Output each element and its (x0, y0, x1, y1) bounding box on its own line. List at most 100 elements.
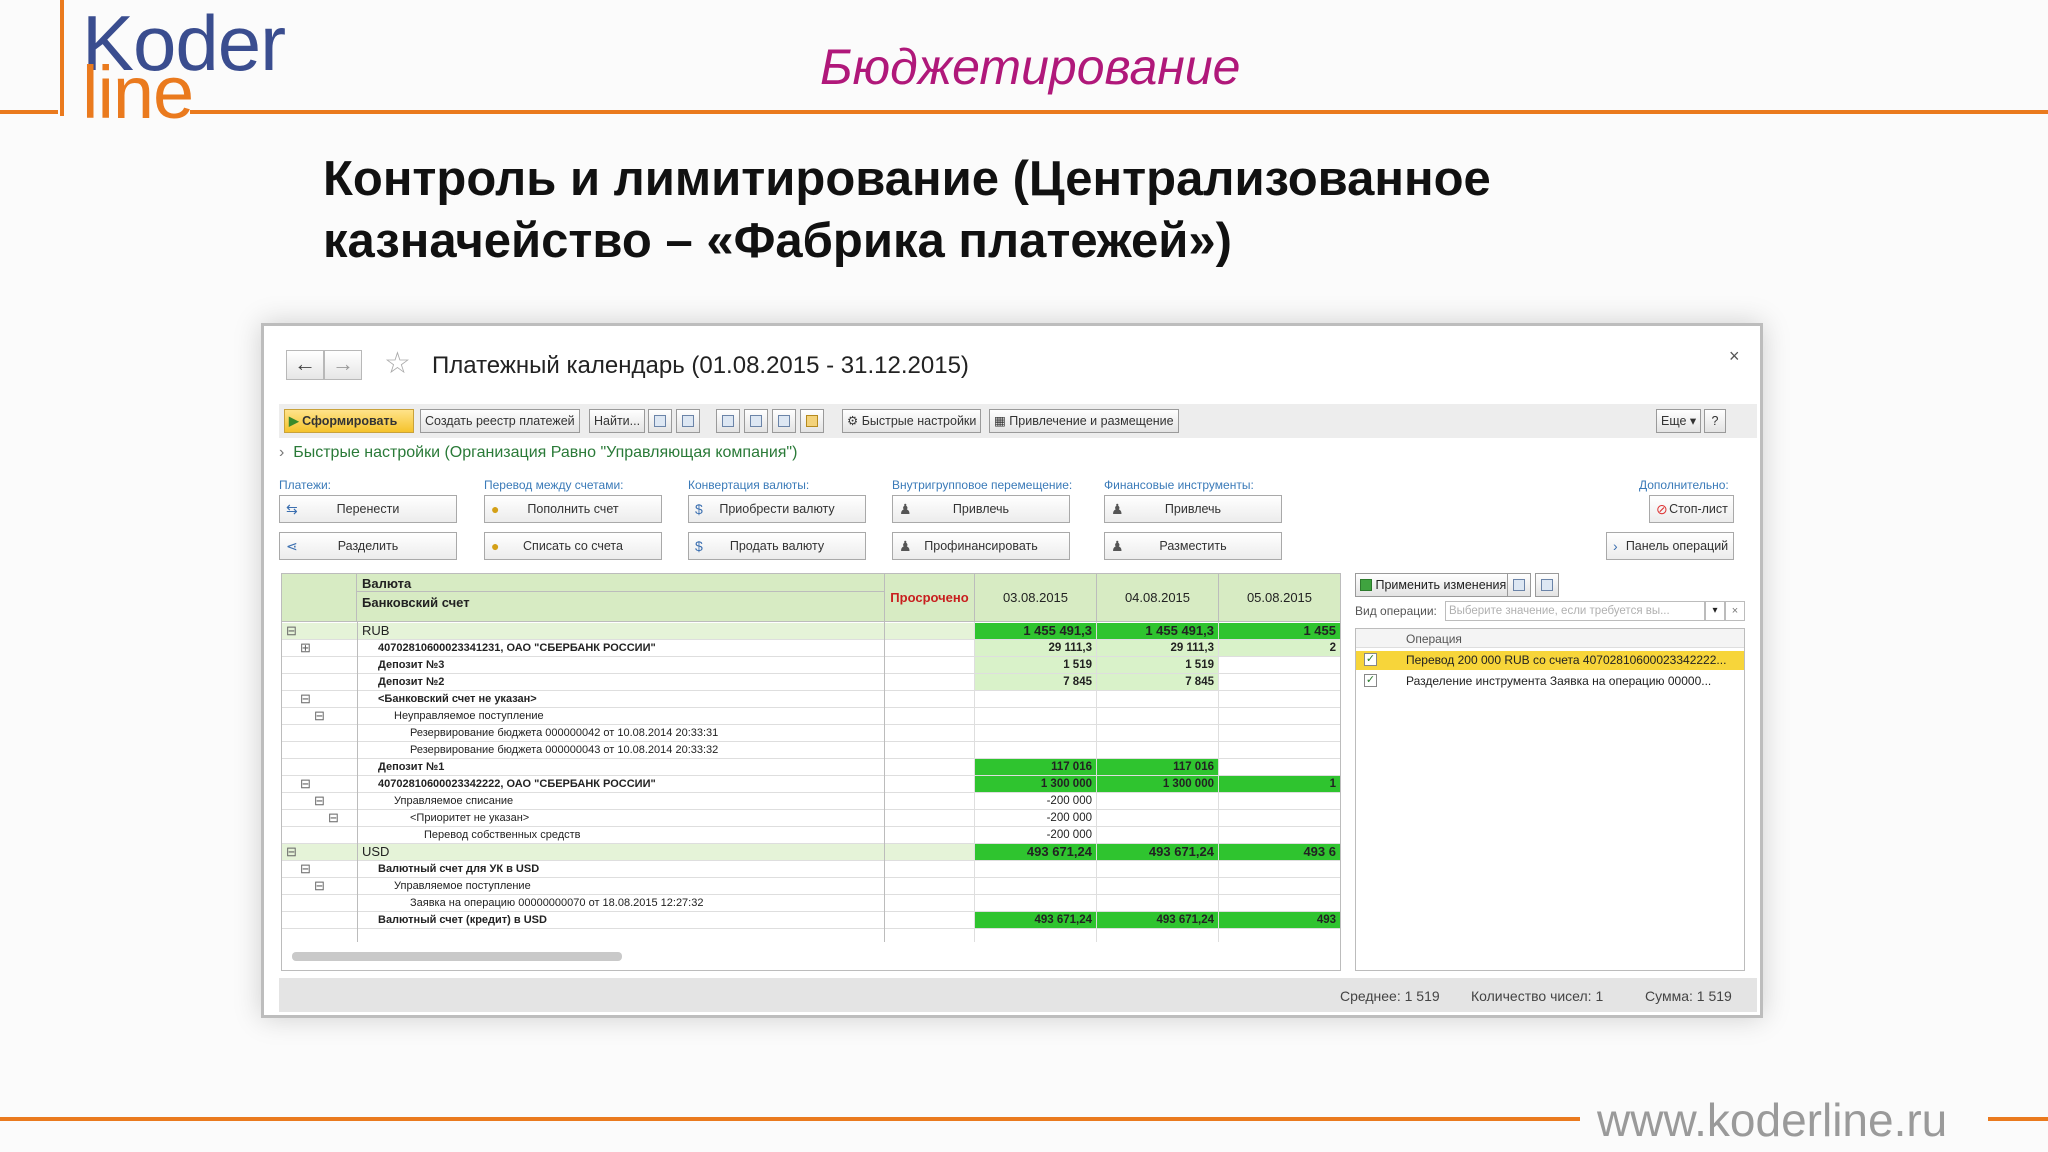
footer-url[interactable]: www.koderline.ru (1597, 1093, 1947, 1147)
cell-v2[interactable]: 29 111,3 (1096, 640, 1218, 656)
table-row[interactable]: <Банковский счет не указан> (282, 691, 1340, 708)
cell-v2[interactable]: 1 519 (1096, 657, 1218, 673)
table-row[interactable]: Валютный счет для УК в USD (282, 861, 1340, 878)
cell-v3[interactable] (1218, 674, 1340, 690)
quick-settings-button[interactable]: ⚙ Быстрые настройки (842, 409, 982, 433)
save-icon[interactable] (772, 409, 796, 433)
cell-v3[interactable] (1218, 708, 1340, 724)
collapse-icon[interactable]: ⊟ (300, 776, 311, 792)
table-row[interactable]: <Приоритет не указан> -200 000 (282, 810, 1340, 827)
dropdown-chevron-icon[interactable]: ▾ (1705, 601, 1725, 621)
list-item[interactable]: ✓ Разделение инструмента Заявка на опера… (1356, 672, 1744, 691)
table-row[interactable]: Депозит №3 1 519 1 519 (282, 657, 1340, 674)
header-overdue[interactable]: Просрочено (884, 574, 974, 622)
table-row[interactable]: Перевод собственных средств -200 000 (282, 827, 1340, 844)
cell-v1[interactable]: 493 671,24 (974, 912, 1096, 928)
header-date-1[interactable]: 03.08.2015 (974, 574, 1096, 622)
table-row[interactable]: Неуправляемое поступление (282, 708, 1340, 725)
cell-v2[interactable]: 493 671,24 (1096, 844, 1218, 860)
cell-v2[interactable]: 1 455 491,3 (1096, 623, 1218, 639)
cell-v2[interactable] (1096, 742, 1218, 758)
table-row[interactable]: Резервирование бюджета 000000042 от 10.0… (282, 725, 1340, 742)
table-row[interactable]: Резервирование бюджета 000000043 от 10.0… (282, 742, 1340, 759)
report-icon[interactable] (1535, 573, 1559, 597)
cell-v3[interactable]: 493 (1218, 912, 1340, 928)
table-row[interactable]: 40702810600023342222, ОАО "СБЕРБАНК РОСС… (282, 776, 1340, 793)
cell-v3[interactable] (1218, 895, 1340, 911)
checkbox[interactable]: ✓ (1364, 674, 1377, 687)
cell-v2[interactable] (1096, 793, 1218, 809)
generate-button[interactable]: ▶ Сформировать (284, 409, 414, 433)
cell-v1[interactable]: -200 000 (974, 827, 1096, 843)
collapse-icon[interactable]: ⊟ (286, 623, 297, 639)
close-icon[interactable]: × (1729, 346, 1740, 367)
checkbox[interactable]: ✓ (1364, 653, 1377, 666)
cell-v3[interactable] (1218, 827, 1340, 843)
back-button[interactable]: ← (286, 350, 324, 380)
cell-v1[interactable]: 1 519 (974, 657, 1096, 673)
financial-attract-button[interactable]: ♟ Привлечь (1104, 495, 1282, 523)
operations-panel-button[interactable]: › Панель операций (1606, 532, 1734, 560)
cell-v3[interactable] (1218, 759, 1340, 775)
cell-v2[interactable] (1096, 810, 1218, 826)
cell-v1[interactable]: 493 671,24 (974, 844, 1096, 860)
header-date-2[interactable]: 04.08.2015 (1096, 574, 1218, 622)
preview-icon[interactable] (744, 409, 768, 433)
table-row[interactable]: Заявка на операцию 00000000070 от 18.08.… (282, 895, 1340, 912)
horizontal-scrollbar[interactable] (292, 952, 622, 961)
collapse-icon[interactable]: ⊟ (300, 691, 311, 707)
cell-v2[interactable] (1096, 708, 1218, 724)
table-row[interactable]: 40702810600023341231, ОАО "СБЕРБАНК РОСС… (282, 640, 1340, 657)
collapse-icon[interactable]: ⊟ (328, 810, 339, 826)
help-button[interactable]: ? (1704, 409, 1726, 433)
collapse-icon[interactable]: ⊟ (314, 793, 325, 809)
stop-list-button[interactable]: ⊘ Стоп-лист (1649, 495, 1734, 523)
list-item[interactable]: ✓ Перевод 200 000 RUB со счета 407028106… (1356, 651, 1744, 670)
top-up-button[interactable]: ● Пополнить счет (484, 495, 662, 523)
cell-v1[interactable] (974, 691, 1096, 707)
table-row[interactable]: Депозит №2 7 845 7 845 (282, 674, 1340, 691)
op-type-input[interactable]: Выберите значение, если требуется вы... (1445, 601, 1705, 621)
find-button[interactable]: Найти... (589, 409, 646, 433)
cell-v3[interactable] (1218, 742, 1340, 758)
favorite-star-icon[interactable]: ☆ (384, 346, 411, 381)
cell-v1[interactable]: 1 455 491,3 (974, 623, 1096, 639)
cell-v1[interactable] (974, 708, 1096, 724)
cell-v2[interactable] (1096, 895, 1218, 911)
cell-v3[interactable] (1218, 878, 1340, 894)
forward-button[interactable]: → (324, 350, 362, 380)
header-date-3[interactable]: 05.08.2015 (1218, 574, 1340, 622)
table-row[interactable]: Валютный счет (кредит) в USD 493 671,24 49… (282, 912, 1340, 929)
cell-v1[interactable]: -200 000 (974, 793, 1096, 809)
cell-v2[interactable]: 117 016 (1096, 759, 1218, 775)
table-row[interactable]: RUB 1 455 491,3 1 455 491,3 1 455 (282, 623, 1340, 640)
attract-place-button[interactable]: ▦ Привлечение и размещение (989, 409, 1179, 433)
cell-v3[interactable] (1218, 793, 1340, 809)
cell-v2[interactable]: 1 300 000 (1096, 776, 1218, 792)
paste-icon[interactable] (676, 409, 700, 433)
sell-currency-button[interactable]: $ Продать валюту (688, 532, 866, 560)
table-row[interactable]: USD 493 671,24 493 671,24 493 6 (282, 844, 1340, 861)
cell-v1[interactable] (974, 895, 1096, 911)
collapse-icon[interactable]: ⊟ (300, 861, 311, 877)
cell-v1[interactable]: 7 845 (974, 674, 1096, 690)
cell-v3[interactable] (1218, 657, 1340, 673)
intragroup-attract-button[interactable]: ♟ Привлечь (892, 495, 1070, 523)
cell-v1[interactable]: 117 016 (974, 759, 1096, 775)
copy-icon[interactable] (648, 409, 672, 433)
table-row[interactable]: Депозит №1 117 016 117 016 (282, 759, 1340, 776)
cell-v2[interactable] (1096, 878, 1218, 894)
cell-v3[interactable]: 2 (1218, 640, 1340, 656)
cell-v3[interactable]: 1 455 (1218, 623, 1340, 639)
collapse-icon[interactable]: ⊟ (314, 878, 325, 894)
cell-v1[interactable] (974, 742, 1096, 758)
cell-v2[interactable] (1096, 827, 1218, 843)
collapse-icon[interactable]: ⊟ (314, 708, 325, 724)
cell-v3[interactable] (1218, 691, 1340, 707)
cell-v1[interactable] (974, 725, 1096, 741)
mail-icon[interactable] (800, 409, 824, 433)
print-icon[interactable] (716, 409, 740, 433)
cell-v3[interactable] (1218, 810, 1340, 826)
create-registry-button[interactable]: Создать реестр платежей (420, 409, 580, 433)
split-button[interactable]: ⋖ Разделить (279, 532, 457, 560)
